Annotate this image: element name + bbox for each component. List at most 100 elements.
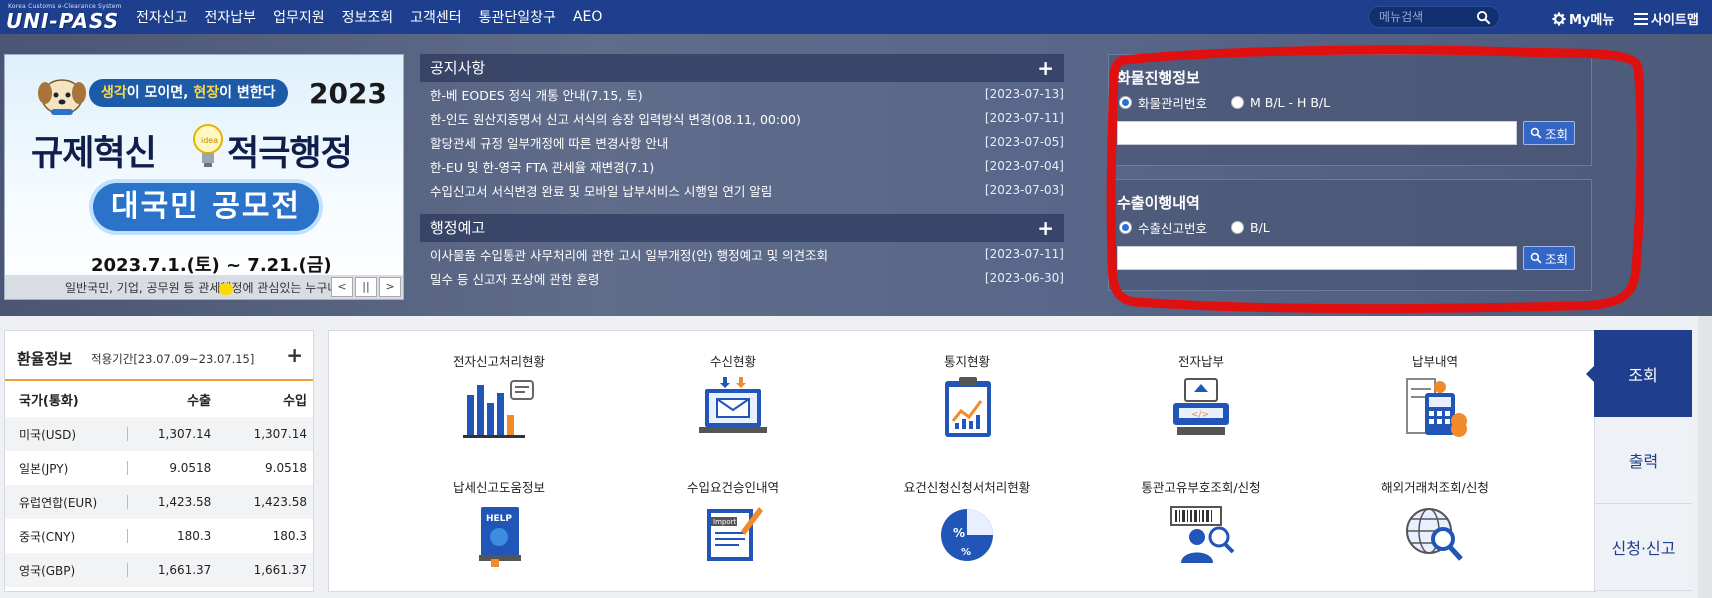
sitemap-link[interactable]: 사이트맵	[1634, 9, 1699, 28]
notice-more-icon[interactable]: +	[1037, 54, 1054, 82]
fx-country: 영국(GBP)	[19, 563, 76, 578]
svg-text:</>: </>	[1191, 410, 1209, 420]
service-import-approval[interactable]: 수입요건 승인내역 Import	[643, 465, 823, 567]
service-label: 납부내역	[1345, 339, 1525, 369]
notice-item-title: 한-베 EODES 정식 개통 안내(7.15, 토)	[430, 87, 643, 103]
service-label-line2: 수신현황	[709, 354, 756, 369]
page-scrollbar[interactable]	[1698, 316, 1712, 598]
export-search-button[interactable]: 조회	[1523, 246, 1575, 270]
service-label-line2: 조회/신청	[1210, 480, 1261, 495]
service-notification-status[interactable]: 통지현황	[877, 339, 1057, 441]
service-label: 요건신청신청서 처리현황	[877, 465, 1057, 495]
cargo-search-button-label: 조회	[1544, 126, 1568, 142]
admin-notice-more-icon[interactable]: +	[1037, 214, 1054, 242]
service-label-line2: 전자납부	[1177, 354, 1224, 369]
notice-item-date: [2023-07-13]	[984, 87, 1064, 101]
cargo-search-title: 화물진행정보	[1117, 69, 1200, 87]
cargo-radio-bl[interactable]	[1231, 96, 1245, 109]
cargo-search-button[interactable]: 조회	[1523, 121, 1575, 145]
service-e-payment[interactable]: 전자납부 </>	[1111, 339, 1291, 441]
notice-item[interactable]: 수입신고서 서식변경 완료 및 모바일 납부서비스 시행일 연기 알림 [2023…	[420, 178, 1064, 202]
admin-notice-title: 행정예고	[430, 219, 486, 237]
admin-notice-item[interactable]: 밀수 등 신고자 포상에 관한 훈령 [2023-06-30]	[420, 266, 1064, 290]
nav-item-e-payment[interactable]: 전자납부	[205, 7, 257, 27]
service-label-line2: 승인내역	[733, 480, 780, 495]
service-label: 전자신고 처리현황	[409, 339, 589, 369]
exchange-rate-panel: 환율정보 적용기간[23.07.09~23.07.15] + 국가(통화) 수출…	[4, 330, 314, 592]
search-icon[interactable]	[1476, 10, 1491, 25]
admin-notice-item[interactable]: 이사물품 수입통관 사무처리에 관한 고시 일부개정(안) 행정예고 및 의견조…	[420, 242, 1064, 266]
export-radio-declaration-number[interactable]	[1119, 221, 1132, 234]
nav-item-customer-center[interactable]: 고객센터	[410, 7, 462, 27]
banner-indicator-dot	[219, 283, 233, 295]
service-reception-status[interactable]: 수신현황	[643, 339, 823, 441]
export-search-input[interactable]	[1117, 246, 1517, 270]
cargo-search-input[interactable]	[1117, 121, 1517, 145]
nav-item-e-declaration[interactable]: 전자신고	[136, 7, 188, 27]
fx-country: 중국(CNY)	[19, 529, 76, 544]
admin-notice-item-date: [2023-06-30]	[984, 271, 1064, 285]
service-label-line1: 해외거래처	[1381, 480, 1439, 495]
nav-item-aeo[interactable]: AEO	[573, 9, 602, 25]
svg-text:%: %	[953, 526, 965, 540]
promo-banner[interactable]: 생각이 모이면, 현장이 변한다 2023 규제혁신 idea 적극행정 대국민…	[4, 54, 404, 300]
tab-inquiry[interactable]: 조회	[1586, 330, 1692, 417]
fx-export: 180.3	[176, 529, 212, 543]
fx-export: 1,423.58	[157, 495, 212, 509]
tab-print[interactable]: 출력	[1594, 417, 1692, 504]
service-label-line1: 수입요건	[686, 480, 733, 495]
service-label-line2: 조회/신청	[1438, 480, 1489, 495]
banner-next-button[interactable]: >	[379, 277, 401, 297]
col-import: 수입	[283, 393, 307, 409]
banner-pause-button[interactable]: ||	[355, 277, 377, 297]
banner-prev-button[interactable]: <	[331, 277, 353, 297]
slogan-text-2: 이 변한다	[219, 85, 276, 101]
my-menu-link[interactable]: My메뉴	[1552, 9, 1614, 28]
service-requirement-application-status[interactable]: 요건신청신청서 처리현황 % %	[877, 465, 1057, 567]
nav-item-single-window[interactable]: 통관단일창구	[479, 7, 556, 27]
cargo-radio-mgmt-number[interactable]	[1119, 96, 1132, 109]
svg-text:Import: Import	[713, 518, 736, 526]
menu-search-input[interactable]	[1379, 9, 1475, 25]
notice-item[interactable]: 한-EU 및 한-영국 FTA 관세율 재변경(7.1) [2023-07-04]	[420, 154, 1064, 178]
fx-export: 1,661.37	[157, 563, 212, 577]
calculator-receipt-icon	[1406, 378, 1467, 437]
service-label-line2: 처리현황	[984, 480, 1031, 495]
tab-application-declaration[interactable]: 신청·신고	[1594, 504, 1692, 591]
service-customs-code[interactable]: 통관고유부호 조회/신청	[1111, 465, 1291, 567]
fx-import: 1,307.14	[253, 427, 307, 441]
service-e-declaration-status[interactable]: 전자신고 처리현황	[409, 339, 589, 441]
menu-search-box	[1368, 6, 1500, 28]
exchange-rate-more-icon[interactable]: +	[286, 343, 303, 367]
notice-item-title: 수입신고서 서식변경 완료 및 모바일 납부서비스 시행일 연기 알림	[430, 183, 773, 199]
service-label-line1: 통관고유부호	[1141, 480, 1211, 495]
mascot-dog-icon	[38, 79, 86, 115]
nav-item-info-inquiry[interactable]: 정보조회	[342, 7, 394, 27]
notice-item-date: [2023-07-05]	[984, 135, 1064, 149]
service-payment-history[interactable]: 납부내역	[1345, 339, 1525, 441]
service-label-line1: 납세신고	[452, 480, 499, 495]
notice-item-date: [2023-07-03]	[984, 183, 1064, 197]
notice-board: 공지사항 + 한-베 EODES 정식 개통 안내(7.15, 토) [2023-…	[420, 54, 1064, 202]
search-icon	[1530, 127, 1542, 139]
notice-item[interactable]: 할당관세 규정 일부개정에 따른 변경사항 안내 [2023-07-05]	[420, 130, 1064, 154]
service-overseas-partner[interactable]: 해외거래처 조회/신청	[1345, 465, 1525, 567]
svg-text:HELP: HELP	[486, 514, 512, 524]
bar-chart-icon	[463, 380, 534, 438]
notice-item[interactable]: 한-인도 원산지증명서 신고 서식의 송장 입력방식 변경(08.11, 00:…	[420, 106, 1064, 130]
svg-text:%: %	[961, 547, 971, 558]
quick-services-grid: 전자신고 처리현황 수신현황 통지현황 전자납부 </> 납부내역 납세신고 도…	[328, 330, 1596, 592]
export-radio-bl[interactable]	[1231, 221, 1245, 234]
unipass-logo[interactable]: Korea Customs e-Clearance System UNI-PAS…	[4, 3, 121, 33]
exchange-rate-table-header: 국가(통화) 수출 수입	[5, 381, 313, 417]
service-label: 해외거래처 조회/신청	[1345, 465, 1525, 495]
gear-icon	[1552, 11, 1566, 26]
help-book-icon: HELP	[479, 507, 521, 567]
notice-item[interactable]: 한-베 EODES 정식 개통 안내(7.15, 토) [2023-07-13]	[420, 82, 1064, 106]
export-search-title: 수출이행내역	[1117, 194, 1200, 212]
table-row: 미국(USD) 1,307.14 1,307.14	[5, 417, 313, 451]
notice-item-title: 한-인도 원산지증명서 신고 서식의 송장 입력방식 변경(08.11, 00:…	[430, 111, 801, 127]
exchange-rate-title: 환율정보	[17, 350, 73, 368]
nav-item-work-support[interactable]: 업무지원	[273, 7, 325, 27]
service-tax-help[interactable]: 납세신고 도움정보 HELP	[409, 465, 589, 567]
